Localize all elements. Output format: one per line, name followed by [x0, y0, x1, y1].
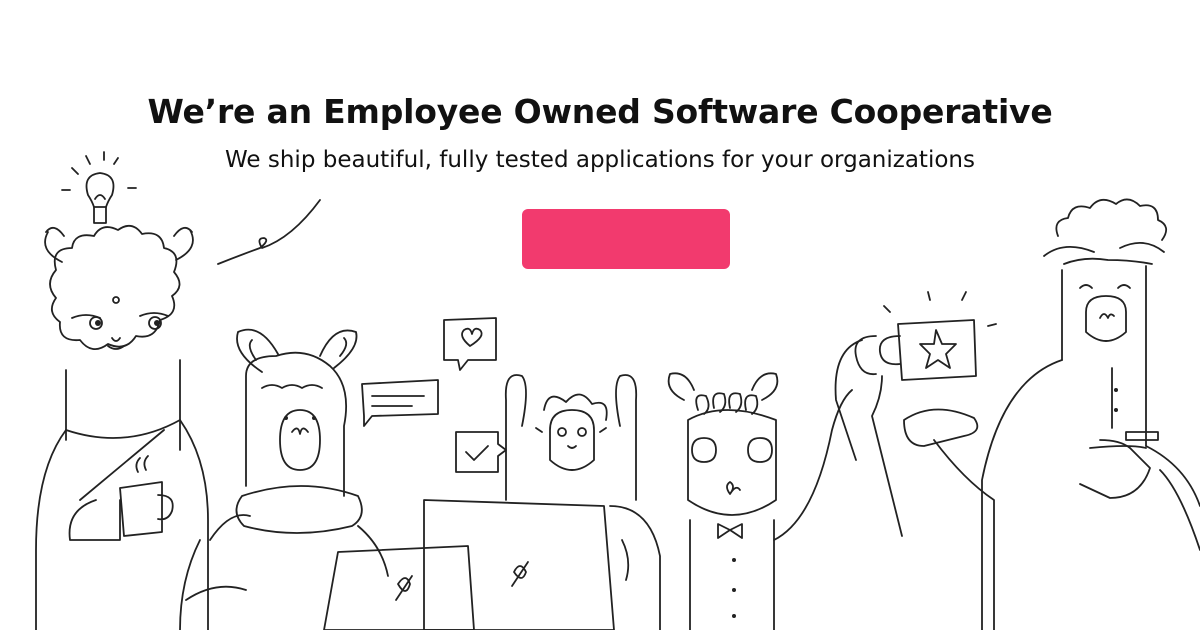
- llama-with-laptop: [179, 328, 475, 630]
- llama-team-illustration: [35, 151, 1200, 630]
- checkmark-bubble-icon: [455, 431, 507, 473]
- llama-pointing: [903, 198, 1200, 630]
- lightbulb-icon: [61, 151, 137, 224]
- squiggle-line: [217, 199, 321, 265]
- speech-bubble-icon: [361, 379, 439, 427]
- hero-section: We’re an Employee Owned Software Coopera…: [0, 0, 1200, 630]
- llama-with-laptop-center: [423, 374, 661, 630]
- heart-bubble-icon: [443, 317, 497, 371]
- llama-with-mug: [35, 224, 209, 630]
- llama-with-bowtie: [667, 372, 853, 630]
